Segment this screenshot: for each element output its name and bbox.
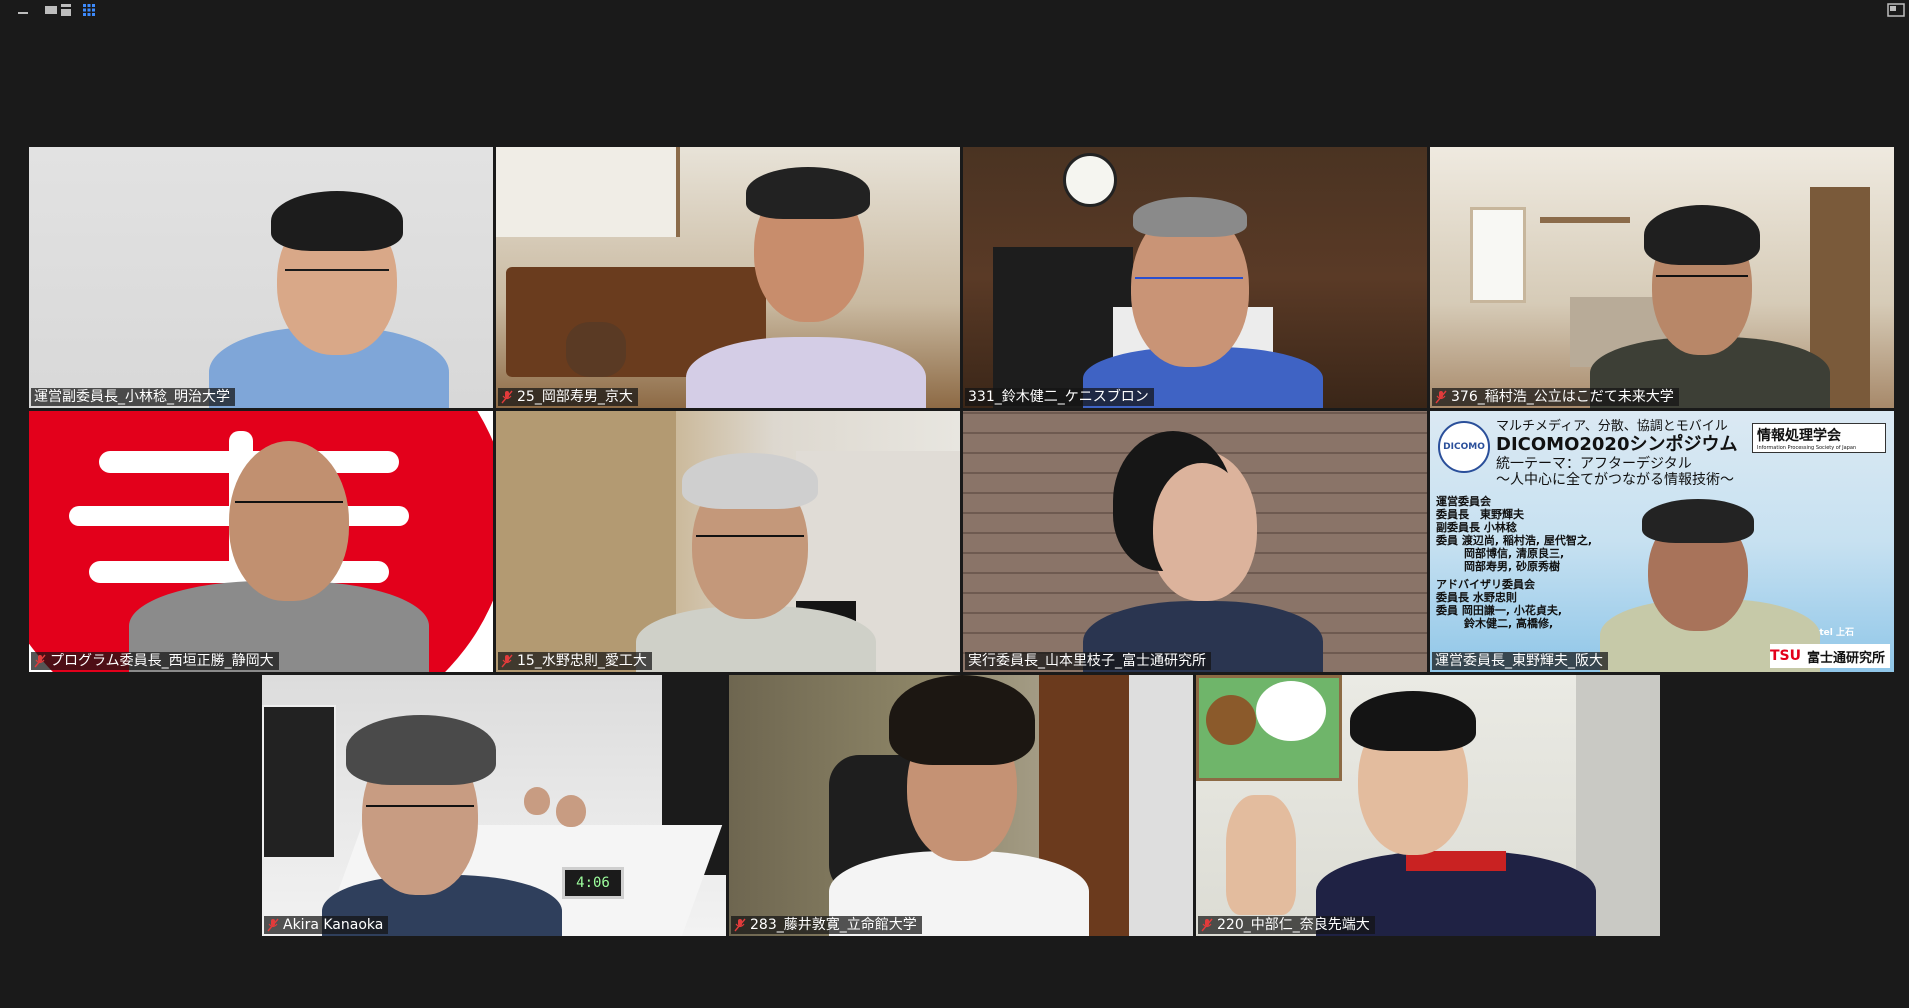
committee-list: 運営委員会 委員長 東野輝夫 副委員長 小林稔 委員 渡辺尚, 稲村浩, 屋代智… bbox=[1436, 495, 1593, 630]
muted-microphone-icon bbox=[34, 654, 46, 668]
muted-microphone-icon bbox=[1435, 390, 1447, 404]
participant-name-tag: Akira Kanaoka bbox=[264, 916, 389, 934]
video-feed bbox=[1430, 147, 1894, 408]
participant-tile[interactable]: 25_岡部寿男_京大 bbox=[496, 147, 960, 408]
participant-name-tag: 運営委員長_東野輝夫_阪大 bbox=[1432, 652, 1608, 670]
video-feed bbox=[496, 147, 960, 408]
participant-tile[interactable]: 4:06 Akira Kanaoka bbox=[262, 675, 726, 936]
participant-tile[interactable]: 331_鈴木健二_ケニスブロン bbox=[963, 147, 1427, 408]
sponsor-banner: TSU 富士通研究所 bbox=[1770, 644, 1890, 668]
video-feed bbox=[1196, 675, 1660, 936]
participant-tile[interactable]: プログラム委員長_西垣正勝_静岡大 bbox=[29, 411, 493, 672]
participant-name-tag: 283_藤井敦寛_立命館大学 bbox=[731, 916, 922, 934]
participant-name-tag: 実行委員長_山本里枝子_富士通研究所 bbox=[965, 652, 1211, 670]
participant-name-tag: 376_稲村浩_公立はこだて未来大学 bbox=[1432, 388, 1679, 406]
video-feed bbox=[963, 411, 1427, 672]
participant-tile[interactable]: 376_稲村浩_公立はこだて未来大学 bbox=[1430, 147, 1894, 408]
participant-name-tag: 331_鈴木健二_ケニスブロン bbox=[965, 388, 1154, 406]
muted-microphone-icon bbox=[267, 918, 279, 932]
strip-view-icon[interactable] bbox=[57, 2, 75, 18]
participant-name: 220_中部仁_奈良先端大 bbox=[1217, 917, 1370, 933]
participant-name: 331_鈴木健二_ケニスブロン bbox=[968, 389, 1149, 405]
muted-microphone-icon bbox=[501, 654, 513, 668]
participant-name: プログラム委員長_西垣正勝_静岡大 bbox=[50, 653, 274, 669]
participant-name: Akira Kanaoka bbox=[283, 917, 384, 933]
participant-name: 実行委員長_山本里枝子_富士通研究所 bbox=[968, 653, 1206, 669]
ipsj-logo: 情報処理学会 Information Processing Society of… bbox=[1752, 423, 1886, 453]
participant-tile[interactable]: DICOMO マルチメディア、分散、協調とモバイル DICOMO2020シンポジ… bbox=[1430, 411, 1894, 672]
slide-subtitle: ～人中心に全てがつながる情報技術～ bbox=[1496, 472, 1734, 488]
zoom-gallery-window: 運営副委員長_小林稔_明治大学 25_岡部寿男_京大 331_鈴木健二_ケニスブ… bbox=[0, 0, 1909, 1008]
participant-name-tag: 15_水野忠則_愛工大 bbox=[498, 652, 652, 670]
participant-tile[interactable]: 15_水野忠則_愛工大 bbox=[496, 411, 960, 672]
participant-tile[interactable]: 220_中部仁_奈良先端大 bbox=[1196, 675, 1660, 936]
participant-name: 運営委員長_東野輝夫_阪大 bbox=[1435, 653, 1603, 669]
muted-microphone-icon bbox=[501, 390, 513, 404]
participant-name-tag: 220_中部仁_奈良先端大 bbox=[1198, 916, 1375, 934]
video-feed: 4:06 bbox=[262, 675, 726, 936]
participant-name: 15_水野忠則_愛工大 bbox=[517, 653, 647, 669]
muted-microphone-icon bbox=[1201, 918, 1213, 932]
exit-fullscreen-icon[interactable] bbox=[1887, 2, 1905, 17]
participant-tile[interactable]: 283_藤井敦寛_立命館大学 bbox=[729, 675, 1193, 936]
view-toolbar bbox=[0, 0, 1909, 22]
desk-clock: 4:06 bbox=[562, 867, 624, 899]
video-feed bbox=[29, 411, 493, 672]
minimize-icon[interactable] bbox=[14, 2, 32, 18]
video-feed bbox=[963, 147, 1427, 408]
participant-name-tag: 25_岡部寿男_京大 bbox=[498, 388, 638, 406]
video-feed bbox=[496, 411, 960, 672]
participant-tile[interactable]: 実行委員長_山本里枝子_富士通研究所 bbox=[963, 411, 1427, 672]
video-feed bbox=[29, 147, 493, 408]
participant-name: 運営副委員長_小林稔_明治大学 bbox=[34, 389, 230, 405]
gallery-view-icon[interactable] bbox=[80, 2, 98, 18]
virtual-background: DICOMO マルチメディア、分散、協調とモバイル DICOMO2020シンポジ… bbox=[1430, 411, 1894, 672]
dicomo-logo: DICOMO bbox=[1438, 421, 1490, 473]
participant-tile[interactable]: 運営副委員長_小林稔_明治大学 bbox=[29, 147, 493, 408]
participant-name: 283_藤井敦寛_立命館大学 bbox=[750, 917, 917, 933]
participant-name-tag: プログラム委員長_西垣正勝_静岡大 bbox=[31, 652, 279, 670]
muted-microphone-icon bbox=[734, 918, 746, 932]
participant-name: 376_稲村浩_公立はこだて未来大学 bbox=[1451, 389, 1674, 405]
participant-name-tag: 運営副委員長_小林稔_明治大学 bbox=[31, 388, 235, 406]
video-feed bbox=[729, 675, 1193, 936]
participant-name: 25_岡部寿男_京大 bbox=[517, 389, 633, 405]
